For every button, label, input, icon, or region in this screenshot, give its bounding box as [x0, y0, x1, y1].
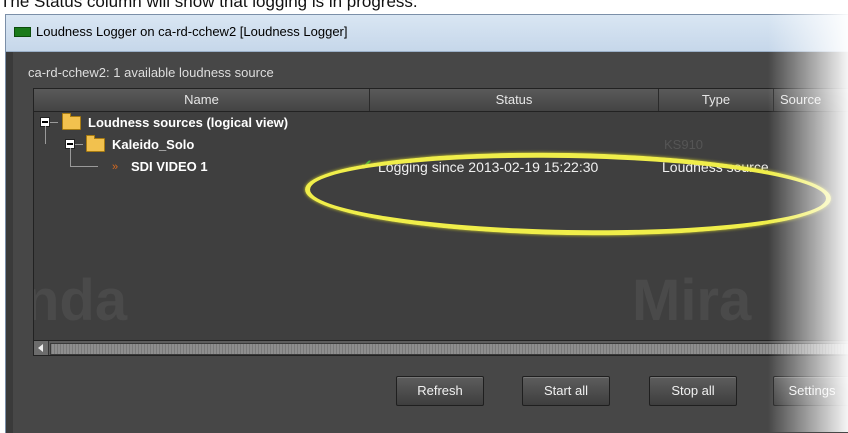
- watermark-right: Mira: [632, 268, 752, 333]
- window-title: Loudness Logger on ca-rd-cchew2 [Loudnes…: [36, 24, 348, 39]
- type-cell: Loudness source: [662, 159, 769, 175]
- tree-node-label: Loudness sources (logical view): [88, 115, 289, 130]
- column-header-type[interactable]: Type: [659, 89, 774, 111]
- column-header-source[interactable]: Source: [774, 89, 848, 111]
- tree-connector: [70, 166, 98, 167]
- window-client-area: ca-rd-cchew2: 1 available loudness sourc…: [13, 52, 848, 433]
- horizontal-scrollbar[interactable]: [34, 340, 848, 355]
- source-count-label: ca-rd-cchew2: 1 available loudness sourc…: [28, 65, 274, 80]
- loudness-logger-window: Loudness Logger on ca-rd-cchew2 [Loudnes…: [5, 14, 848, 433]
- tree-node-label: Kaleido_Solo: [112, 137, 195, 152]
- column-header-name[interactable]: Name: [34, 89, 370, 111]
- watermark-left: nda: [33, 268, 128, 333]
- type-cell: KS910: [664, 137, 704, 152]
- scroll-left-arrow-icon[interactable]: [34, 341, 49, 355]
- refresh-button[interactable]: Refresh: [396, 376, 484, 406]
- loudness-sources-table: Name Status Type Source nda Mira Loudnes…: [33, 88, 848, 356]
- tree-node-label: SDI VIDEO 1: [131, 159, 208, 174]
- tree-row-root[interactable]: Loudness sources (logical view): [34, 112, 848, 134]
- status-cell: Logging since 2013-02-19 15:22:30: [378, 159, 599, 175]
- audio-source-icon: »: [112, 161, 119, 173]
- caption-text: The Status column will show that logging…: [0, 0, 418, 11]
- tree-connector: [70, 148, 71, 166]
- table-header: Name Status Type Source: [34, 89, 848, 112]
- tree-connector: [45, 126, 46, 144]
- scrollbar-thumb[interactable]: [50, 343, 848, 355]
- tree-connector: [75, 144, 83, 145]
- stop-all-button[interactable]: Stop all: [649, 376, 737, 406]
- app-icon: [14, 27, 31, 37]
- settings-button[interactable]: Settings: [773, 376, 848, 406]
- column-header-status[interactable]: Status: [370, 89, 659, 111]
- folder-icon: [86, 135, 105, 152]
- tree-row-device[interactable]: Kaleido_Solo KS910: [34, 126, 848, 156]
- folder-icon: [62, 113, 81, 130]
- tree-row-source[interactable]: » SDI VIDEO 1 ✔ Logging since 2013-02-19…: [34, 148, 848, 178]
- title-bar[interactable]: Loudness Logger on ca-rd-cchew2 [Loudnes…: [6, 15, 848, 52]
- tree-connector: [50, 122, 58, 123]
- check-icon: ✔: [360, 157, 373, 174]
- start-all-button[interactable]: Start all: [522, 376, 610, 406]
